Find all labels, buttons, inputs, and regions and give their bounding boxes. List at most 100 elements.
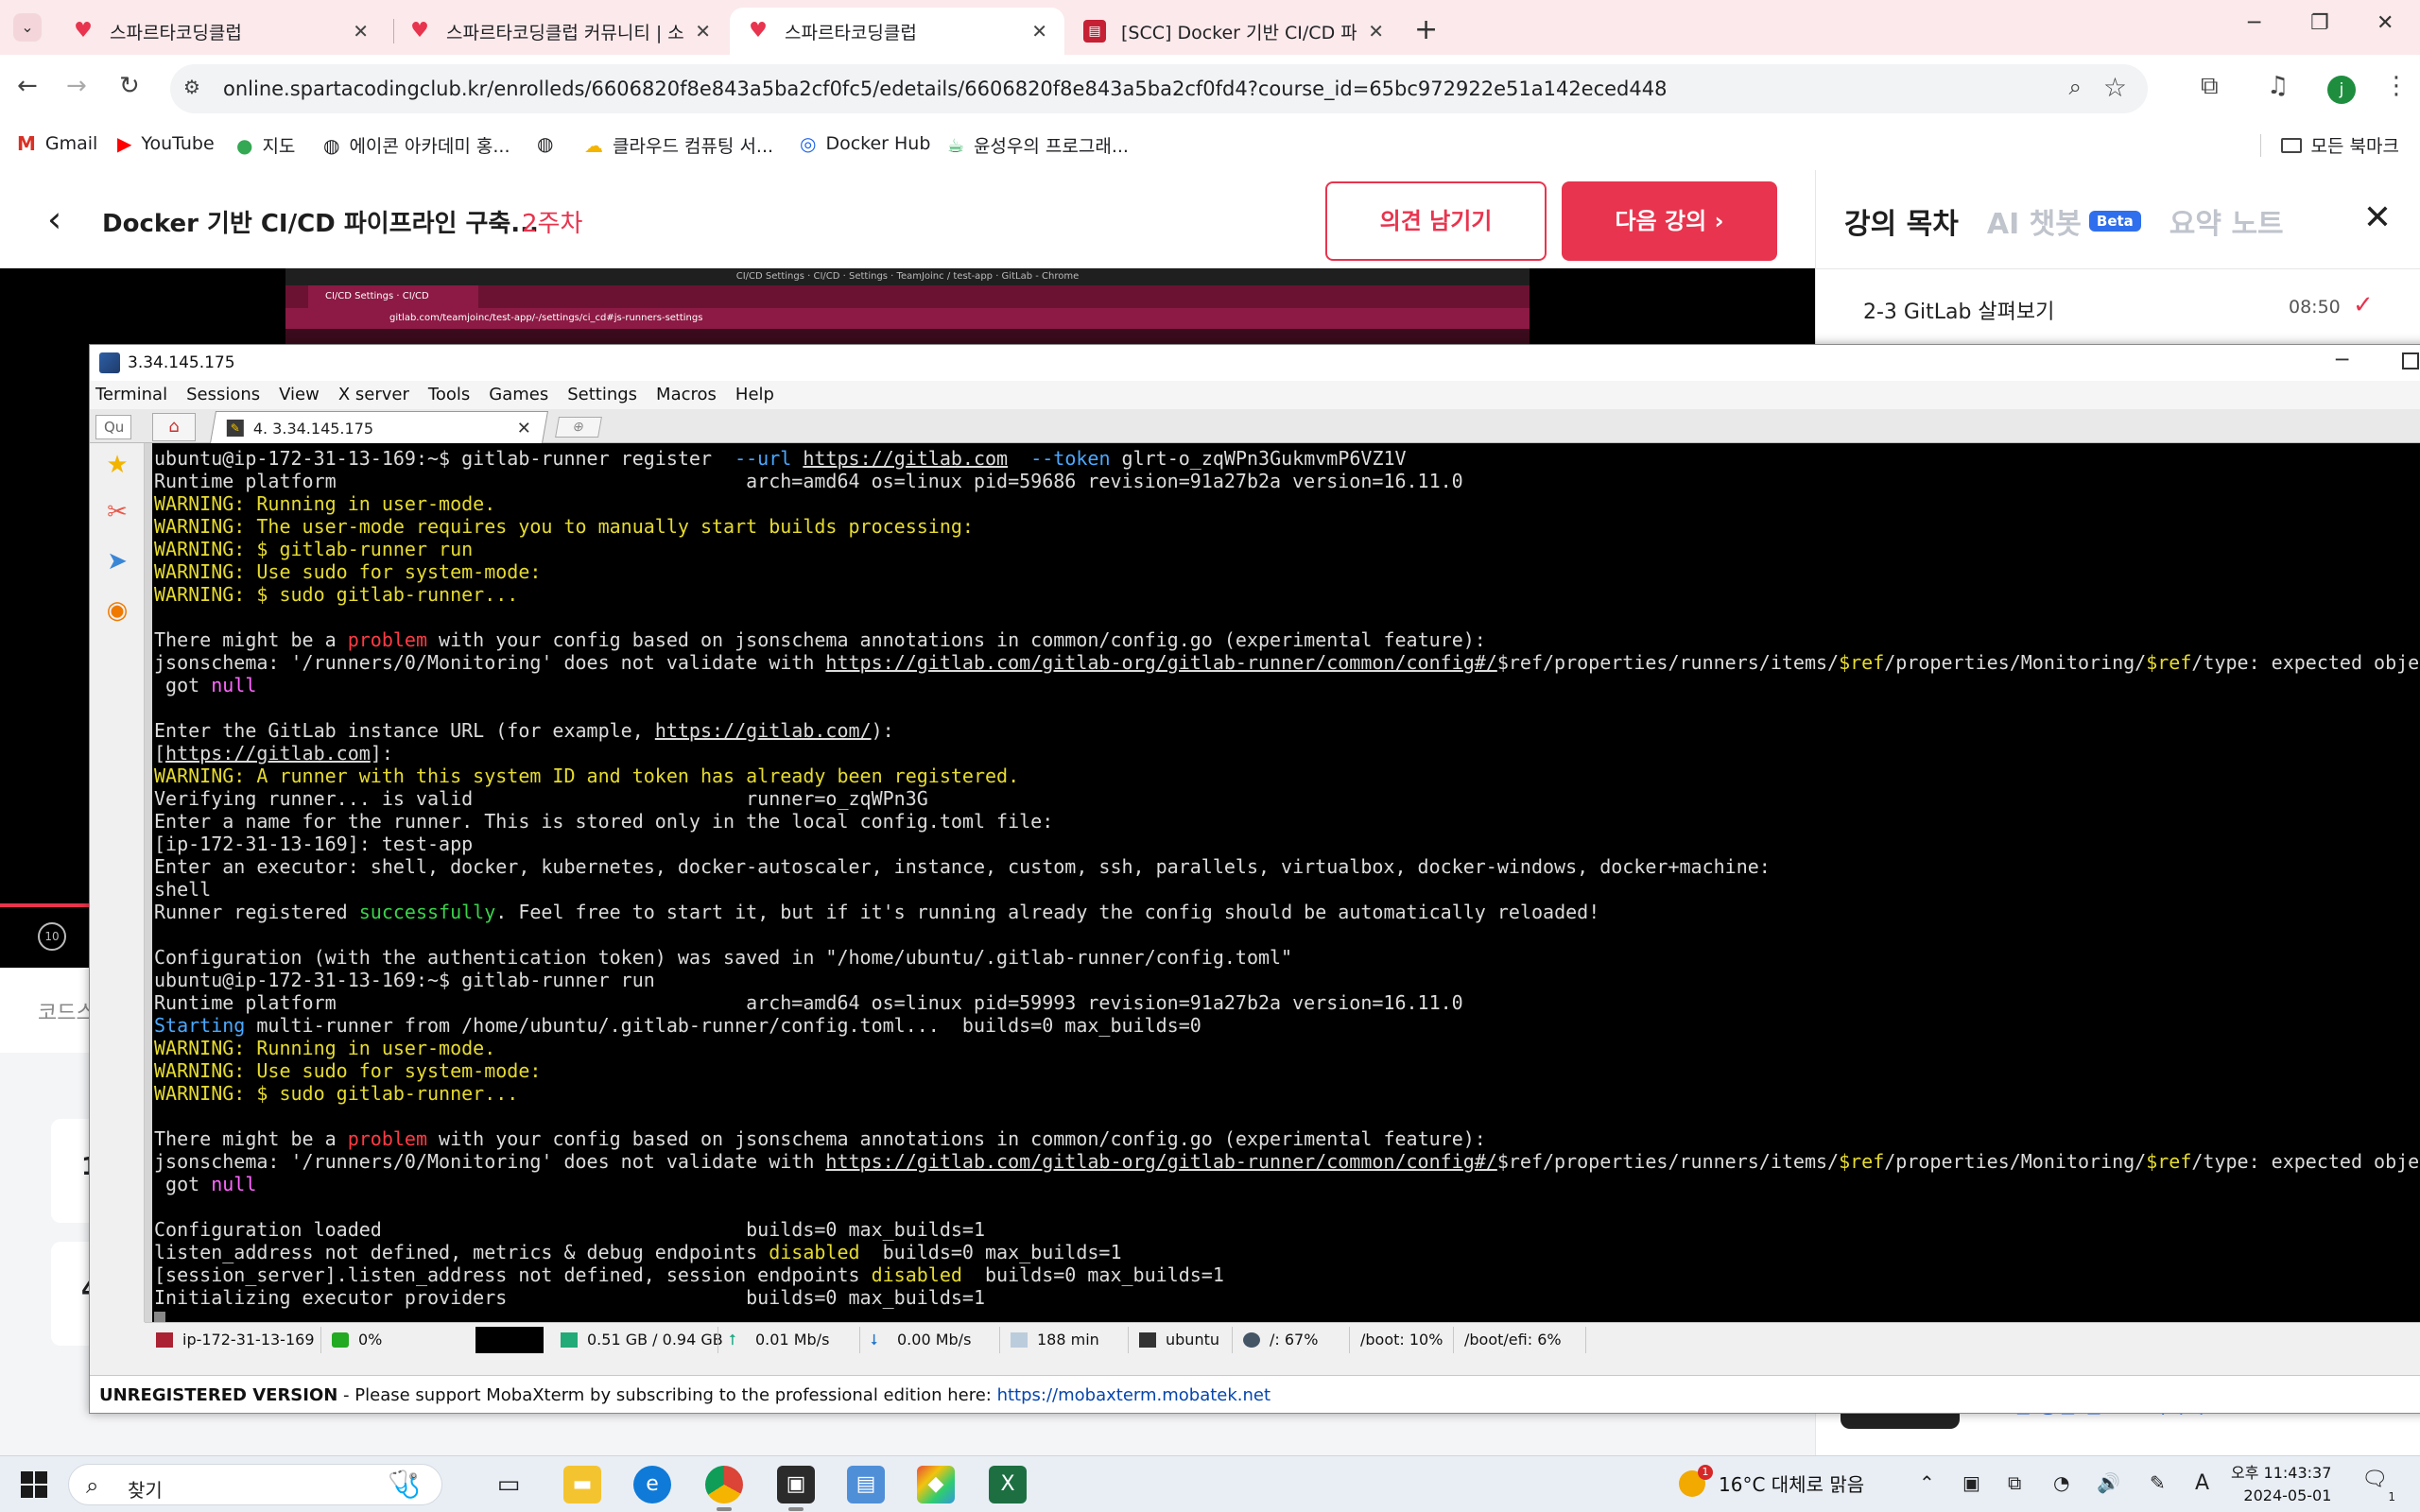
code-snippet-tab[interactable]: 코드스 [38, 996, 95, 1026]
mobaxterm-taskbar-icon[interactable]: ▣ [777, 1466, 815, 1511]
tab-search-button[interactable]: ⌄ [13, 13, 42, 42]
profile-avatar[interactable]: j [2327, 76, 2356, 104]
quick-connect-input[interactable]: Qu [95, 415, 131, 439]
search-placeholder: 찾기 [128, 1479, 163, 1502]
media-control-icon[interactable]: ♫ [2267, 72, 2289, 100]
macro-icon[interactable]: ◉ [101, 594, 133, 627]
menu-tools[interactable]: Tools [423, 381, 470, 409]
new-session-tab-icon[interactable]: ⊕ [555, 417, 602, 438]
browser-tab-1[interactable]: ♥ 스파르타코딩클럽 ✕ [55, 8, 386, 55]
site-info-icon[interactable]: ⚙ [183, 76, 200, 98]
session-tab-active[interactable]: ✎ 4. 3.34.145.175 ✕ [210, 411, 548, 443]
menu-terminal[interactable]: Terminal [90, 381, 167, 409]
bookmark-cloud-computing[interactable]: ☁ 클라우드 컴퓨팅 서... [584, 132, 773, 158]
terminal-output[interactable]: ubuntu@ip-172-31-13-169:~$ gitlab-runner… [145, 443, 2420, 1322]
tab-close-icon[interactable]: ✕ [1368, 20, 1384, 43]
mobatek-link[interactable]: https://mobaxterm.mobatek.net [997, 1385, 1270, 1405]
back-arrow-icon[interactable]: ← [17, 72, 38, 100]
bookmark-programming[interactable]: ☕ 윤성우의 프로그래... [947, 132, 1129, 158]
status-divider [1453, 1327, 1454, 1353]
bookmark-star-icon[interactable]: ☆ [2103, 72, 2127, 103]
terminal-line: ubuntu@ip-172-31-13-169:~$ gitlab-runner… [154, 447, 1407, 470]
forward-arrow-icon[interactable]: → [66, 72, 87, 100]
menu-macros[interactable]: Macros [650, 381, 717, 409]
paper-plane-icon[interactable]: ➤ [101, 545, 133, 577]
tray-wifi-icon[interactable]: ◔ [2053, 1471, 2069, 1494]
tools-icon[interactable]: ✂ [101, 496, 133, 528]
session-close-icon[interactable]: ✕ [517, 419, 531, 438]
edge-icon[interactable]: e [633, 1466, 671, 1503]
window-restore-icon[interactable]: ❐ [2310, 11, 2329, 35]
new-tab-plus-icon[interactable]: + [1414, 13, 1438, 46]
extensions-puzzle-icon[interactable]: ⧉ [2201, 72, 2219, 101]
menu-view[interactable]: View [273, 381, 320, 409]
unregistered-banner: UNREGISTERED VERSION - Please support Mo… [90, 1375, 2420, 1413]
bookmark-maps[interactable]: ● 지도 [236, 132, 295, 158]
search-highlight-icon: 🩺 [388, 1469, 421, 1500]
browser-tab-2[interactable]: ♥ 스파르타코딩클럽 커뮤니티 | 소 ✕ [391, 8, 728, 55]
notification-bell-icon[interactable]: 🗨 1 [2361, 1468, 2395, 1503]
excel-icon[interactable]: X [989, 1466, 1027, 1503]
tab-close-icon[interactable]: ✕ [353, 20, 369, 43]
bookmark-docker-hub[interactable]: ◎ Docker Hub [800, 132, 930, 155]
notepad-icon[interactable]: ▤ [847, 1466, 885, 1503]
browser-menu-icon[interactable]: ⋮ [2384, 72, 2409, 100]
task-view-icon[interactable]: ▭ [490, 1466, 527, 1503]
chrome-icon[interactable] [705, 1466, 743, 1511]
gmail-icon: M [17, 132, 36, 155]
tab-close-icon[interactable]: ✕ [1031, 20, 1047, 43]
menu-help[interactable]: Help [730, 381, 774, 409]
taskbar-search-box[interactable]: ⌕ 찾기 🩺 [68, 1464, 442, 1505]
bookmark-gmail[interactable]: M Gmail [17, 132, 97, 155]
colorful-app-icon[interactable]: ◆ [917, 1466, 955, 1503]
sidebar-close-icon[interactable]: ✕ [2363, 198, 2392, 237]
windows-start-icon[interactable] [21, 1471, 47, 1498]
lesson-item[interactable]: 2-3 GitLab 살펴보기 08:50 ✓ [1816, 284, 2420, 331]
tab-title: 스파르타코딩클럽 커뮤니티 | 소 [446, 22, 684, 43]
zoom-icon[interactable]: ⌕ [2069, 74, 2082, 100]
bookmark-globe[interactable]: ◍ [537, 132, 562, 155]
tray-app-icon[interactable]: ▣ [1962, 1471, 1980, 1494]
clock-date: 2024-05-01 [2243, 1486, 2332, 1504]
window-maximize-icon[interactable] [2402, 352, 2419, 369]
file-explorer-icon[interactable]: ▬ [563, 1466, 601, 1503]
tab-table-of-contents[interactable]: 강의 목차 [1844, 200, 1959, 242]
back-chevron-icon[interactable]: ‹ [47, 198, 61, 240]
menu-settings[interactable]: Settings [562, 381, 637, 409]
reload-icon[interactable]: ↻ [119, 72, 140, 100]
ime-indicator[interactable]: A [2195, 1471, 2209, 1495]
weather-widget[interactable]: 1 16°C 대체로 맑음 [1679, 1464, 1864, 1497]
terminal-line: WARNING: A runner with this system ID an… [154, 765, 1020, 787]
tray-display-icon[interactable]: ⧉ [2008, 1471, 2021, 1494]
bookmark-acorn-academy[interactable]: ◍ 에이콘 아카데미 홍... [323, 132, 510, 158]
window-close-icon[interactable]: ✕ [2377, 11, 2394, 35]
status-disk-efi: /boot/efi: 6% [1464, 1331, 1562, 1349]
menu-x-server[interactable]: X server [333, 381, 409, 409]
address-bar[interactable]: ⚙ online.spartacodingclub.kr/enrolleds/6… [170, 64, 2148, 113]
bookmark-youtube[interactable]: ▶ YouTube [117, 132, 215, 155]
status-cpu: 0% [332, 1331, 382, 1349]
browser-tab-4[interactable]: ▤ [SCC] Docker 기반 CI/CD 파이프 ✕ [1066, 8, 1401, 55]
url-text[interactable]: online.spartacodingclub.kr/enrolleds/660… [223, 77, 1667, 100]
tab-close-icon[interactable]: ✕ [695, 20, 711, 43]
tray-volume-icon[interactable]: 🔊 [2097, 1471, 2120, 1494]
tab-ai-chatbot[interactable]: AI 챗봇 Beta [1987, 200, 2141, 242]
next-lecture-button[interactable]: 다음 강의 › [1562, 181, 1777, 261]
menu-games[interactable]: Games [483, 381, 548, 409]
taskbar-clock[interactable]: 오후 11:43:37 2024-05-01 [2231, 1462, 2331, 1507]
tray-overflow-chevron-icon[interactable]: ⌃ [1919, 1471, 1935, 1494]
home-tab-icon[interactable]: ⌂ [152, 413, 196, 441]
feedback-button[interactable]: 의견 남기기 [1325, 181, 1547, 261]
window-minimize-icon[interactable]: ─ [2248, 11, 2260, 35]
all-bookmarks-folder[interactable]: 모든 북마크 [2280, 132, 2399, 158]
terminal-line: WARNING: $ gitlab-runner run [154, 538, 474, 560]
tray-pen-icon[interactable]: ✎ [2150, 1471, 2166, 1494]
window-minimize-icon[interactable]: ─ [2336, 349, 2348, 372]
terminal-line: jsonschema: '/runners/0/Monitoring' does… [154, 651, 2420, 674]
menu-sessions[interactable]: Sessions [181, 381, 260, 409]
browser-tab-3-active[interactable]: ♥ 스파르타코딩클럽 ✕ [730, 8, 1064, 55]
rewind-10-icon[interactable]: 10 [38, 922, 66, 951]
tab-summary-notes[interactable]: 요약 노트 [2169, 200, 2284, 242]
star-icon[interactable]: ★ [101, 449, 133, 481]
